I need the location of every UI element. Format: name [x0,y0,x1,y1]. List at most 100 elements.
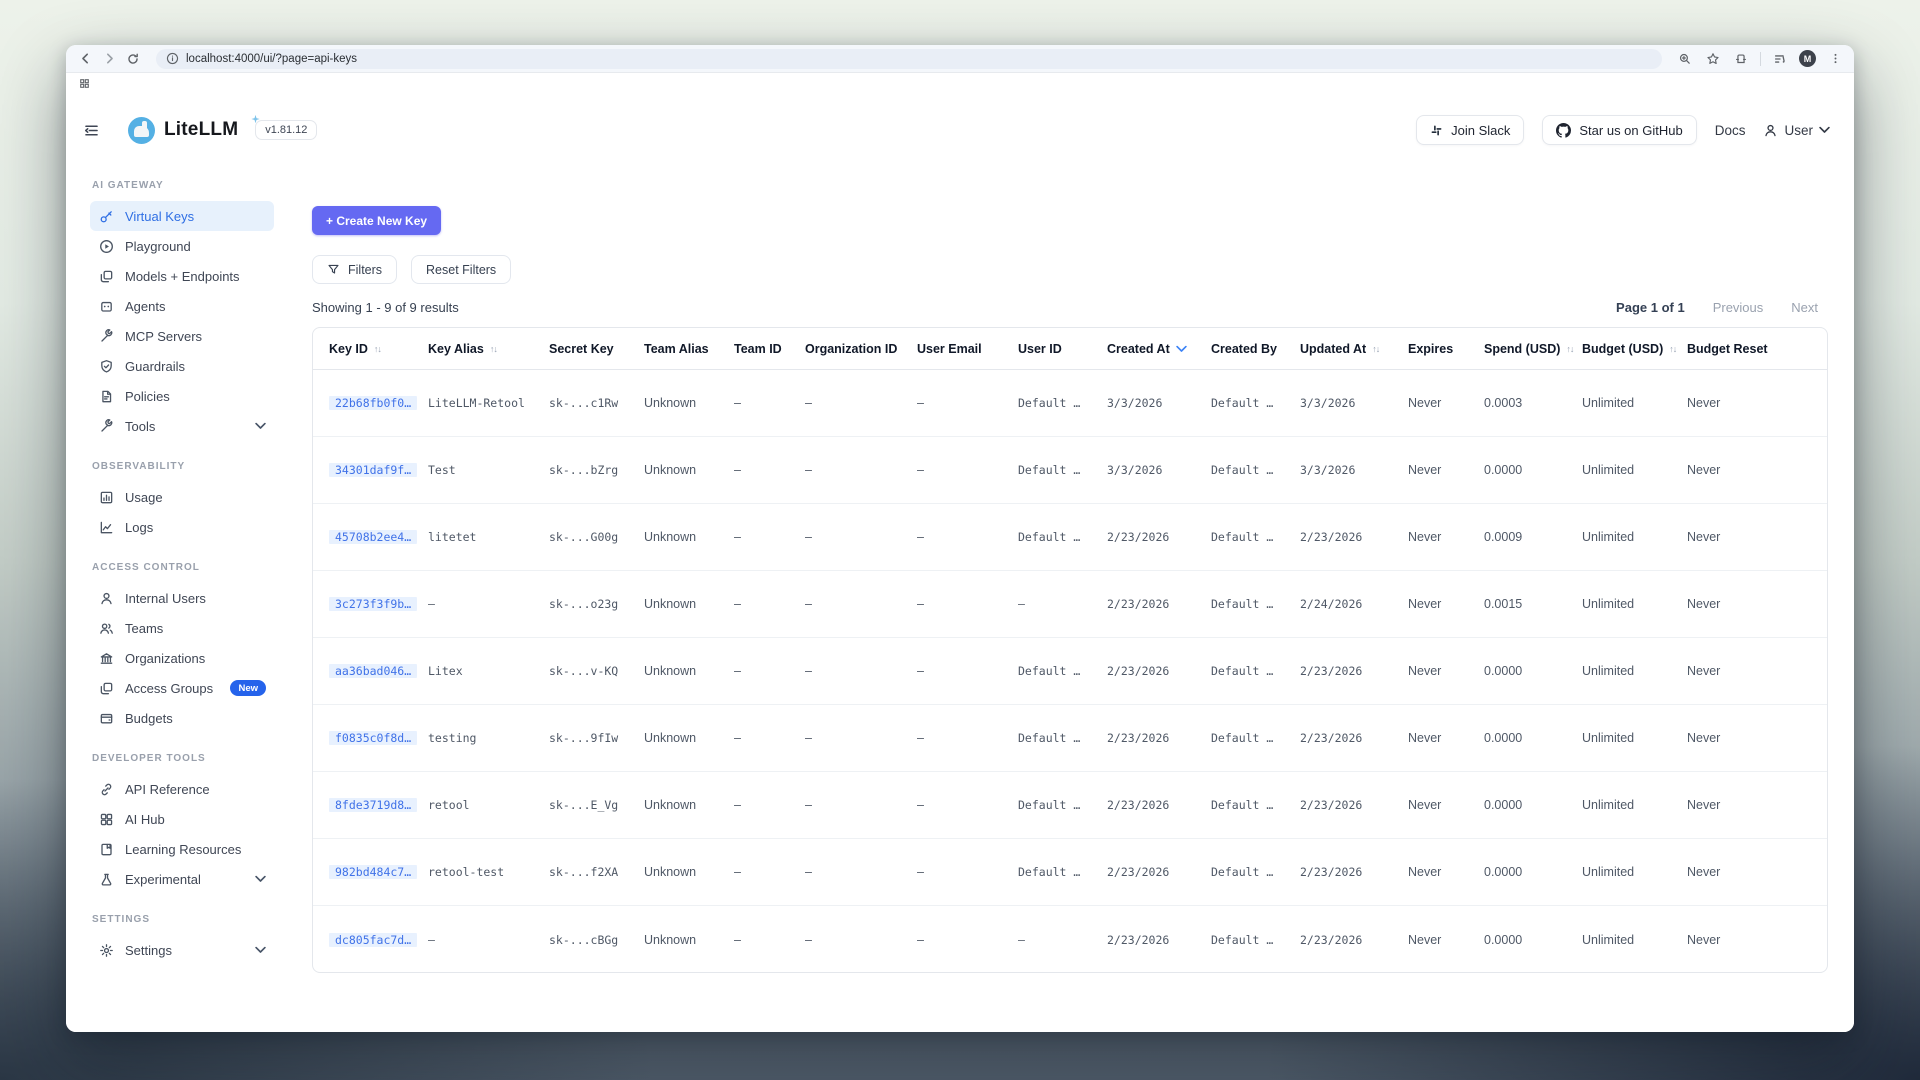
sidebar-item-label: Guardrails [125,359,185,374]
sidebar-item-label: Logs [125,520,153,535]
sidebar-item-tools[interactable]: Tools [90,411,274,441]
sidebar-item-agents[interactable]: Agents [90,291,274,321]
cell-budget: Unlimited [1582,865,1687,879]
sidebar-item-usage[interactable]: Usage [90,482,274,512]
previous-button[interactable]: Previous [1713,300,1764,315]
url-text: localhost:4000/ui/?page=api-keys [186,53,357,65]
sort-icon[interactable]: ↑↓ [490,344,497,354]
sidebar-item-budgets[interactable]: Budgets [90,703,274,733]
cell-team_id: – [734,798,805,812]
cell-user_email: – [917,933,1018,947]
sidebar-item-label: Models + Endpoints [125,269,240,284]
next-button[interactable]: Next [1791,300,1818,315]
forward-icon[interactable] [100,50,118,68]
zoom-icon[interactable] [1676,50,1694,68]
cell-user_id: Default … [1018,463,1107,477]
cell-secret_key: sk-...o23g [549,597,644,611]
cell-updated_at: 2/23/2026 [1300,530,1408,544]
key-id-link[interactable]: 982bd484c7… [329,865,417,879]
sidebar-item-teams[interactable]: Teams [90,613,274,643]
cell-budget_reset: Never [1687,865,1797,879]
sidebar-item-logs[interactable]: Logs [90,512,274,542]
table-row: 34301daf9f…Testsk-...bZrgUnknown–––Defau… [313,437,1827,504]
sidebar-item-policies[interactable]: Policies [90,381,274,411]
cell-budget_reset: Never [1687,664,1797,678]
create-new-key-button[interactable]: + Create New Key [312,206,441,235]
sort-icon[interactable]: ↑↓ [374,344,381,354]
sidebar-item-playground[interactable]: Playground [90,231,274,261]
key-id-link[interactable]: 45708b2ee4… [329,530,417,544]
cell-created_at: 2/23/2026 [1107,530,1211,544]
apps-grid-icon[interactable] [75,75,93,93]
cell-created_by: Default … [1211,530,1300,544]
sort-icon[interactable]: ↑↓ [1669,344,1676,354]
cell-created_by: Default … [1211,396,1300,410]
agent-icon [98,298,114,314]
reset-filters-button[interactable]: Reset Filters [411,255,511,284]
cell-user_email: – [917,865,1018,879]
sidebar-item-experimental[interactable]: Experimental [90,864,274,894]
filters-button[interactable]: Filters [312,255,397,284]
cell-team_alias: Unknown [644,865,734,879]
browser-menu-icon[interactable] [1826,50,1844,68]
cell-spend: 0.0003 [1484,396,1582,410]
filters-label: Filters [348,263,382,277]
key-id-link[interactable]: 3c273f3f9b… [329,597,417,611]
browser-profile-avatar[interactable]: M [1799,50,1816,67]
sidebar-section-label: DEVELOPER TOOLS [92,753,300,764]
new-badge: New [230,680,266,696]
sidebar-section-label: ACCESS CONTROL [92,562,300,573]
column-header-spend[interactable]: Spend (USD)↑↓ [1484,342,1582,356]
table-row: dc805fac7d…–sk-...cBGgUnknown––––2/23/20… [313,906,1827,973]
sidebar-item-learning-resources[interactable]: Learning Resources [90,834,274,864]
table-row: 45708b2ee4…litetetsk-...G00gUnknown–––De… [313,504,1827,571]
user-menu[interactable]: User [1763,123,1830,138]
cell-spend: 0.0009 [1484,530,1582,544]
sidebar-collapse-icon[interactable] [78,117,104,143]
sidebar-item-guardrails[interactable]: Guardrails [90,351,274,381]
reading-list-icon[interactable] [1771,50,1789,68]
wrench-icon [98,418,114,434]
sidebar-item-mcp-servers[interactable]: MCP Servers [90,321,274,351]
sidebar-item-settings[interactable]: Settings [90,935,274,965]
reload-icon[interactable] [124,50,142,68]
sort-desc-icon[interactable] [1176,345,1187,353]
site-info-icon[interactable] [166,52,179,65]
key-id-link[interactable]: 22b68fb0f0… [329,396,417,410]
cell-team_alias: Unknown [644,463,734,477]
column-header-created_at[interactable]: Created At [1107,342,1211,356]
sort-icon[interactable]: ↑↓ [1566,344,1573,354]
column-header-key_id[interactable]: Key ID↑↓ [313,342,428,356]
key-id-link[interactable]: 34301daf9f… [329,463,417,477]
cell-secret_key: sk-...9fIw [549,731,644,745]
sidebar-item-api-reference[interactable]: API Reference [90,774,274,804]
join-slack-button[interactable]: Join Slack [1416,115,1524,145]
cell-key_id: 45708b2ee4… [313,530,428,544]
column-header-budget[interactable]: Budget (USD)↑↓ [1582,342,1687,356]
star-github-button[interactable]: Star us on GitHub [1542,115,1696,145]
sidebar-item-organizations[interactable]: Organizations [90,643,274,673]
column-header-created_by: Created By [1211,342,1300,356]
column-header-updated_at[interactable]: Updated At↑↓ [1300,342,1408,356]
cell-organization_id: – [805,933,917,947]
sidebar-item-virtual-keys[interactable]: Virtual Keys [90,201,274,231]
url-bar[interactable]: localhost:4000/ui/?page=api-keys [156,49,1662,69]
key-id-link[interactable]: 8fde3719d8… [329,798,417,812]
column-header-key_alias[interactable]: Key Alias↑↓ [428,342,549,356]
play-circle-icon [98,238,114,254]
sidebar-item-access-groups[interactable]: Access GroupsNew [90,673,274,703]
extensions-icon[interactable] [1732,50,1750,68]
sidebar-item-models-endpoints[interactable]: Models + Endpoints [90,261,274,291]
sidebar-item-ai-hub[interactable]: AI Hub [90,804,274,834]
key-id-link[interactable]: dc805fac7d… [329,933,417,947]
book-icon [98,841,114,857]
back-icon[interactable] [76,50,94,68]
brand-logo-group[interactable]: LiteLLM v1.81.12 [128,117,317,144]
sort-icon[interactable]: ↑↓ [1372,344,1379,354]
docs-link[interactable]: Docs [1715,123,1746,138]
bookmark-star-icon[interactable] [1704,50,1722,68]
key-id-link[interactable]: f0835c0f8d… [329,731,417,745]
key-id-link[interactable]: aa36bad046… [329,664,417,678]
sidebar-item-internal-users[interactable]: Internal Users [90,583,274,613]
column-header-organization_id: Organization ID [805,342,917,356]
